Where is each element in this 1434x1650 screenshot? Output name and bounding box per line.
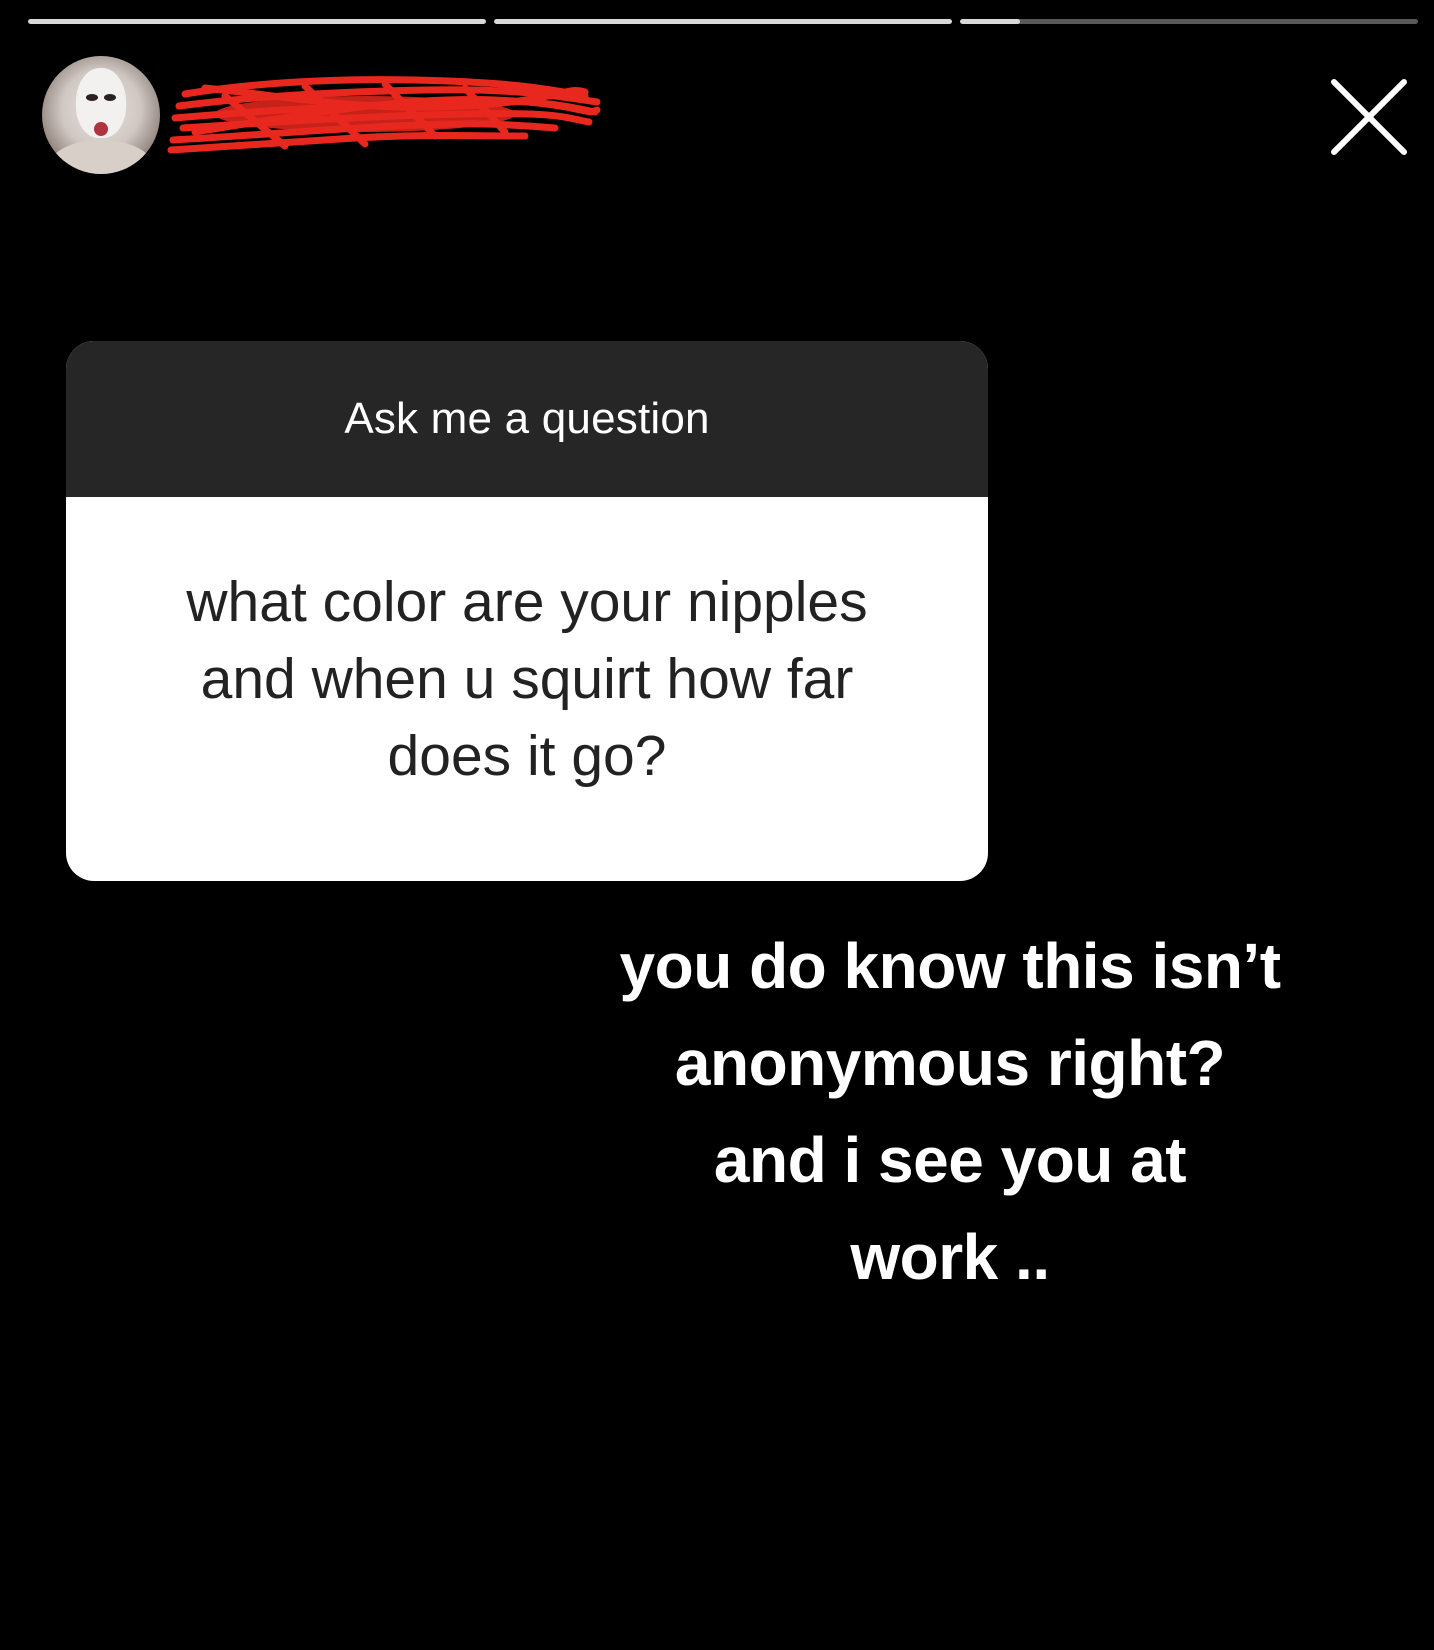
progress-fill <box>494 19 952 24</box>
question-text: what color are your nipples and when u s… <box>186 569 868 788</box>
progress-segment-3 <box>960 19 1418 24</box>
progress-segment-2 <box>494 19 952 24</box>
username-redaction-scribble <box>167 76 601 154</box>
progress-fill <box>960 19 1020 24</box>
reply-text: you do know this isn’t anonymous right? … <box>619 930 1282 1293</box>
avatar-eye <box>86 94 98 101</box>
story-progress-bar <box>28 19 1418 25</box>
avatar-shoulders <box>50 140 152 174</box>
avatar[interactable] <box>42 56 160 174</box>
avatar-eye <box>104 94 116 101</box>
progress-fill <box>28 19 486 24</box>
progress-segment-1 <box>28 19 486 24</box>
question-sticker-body: what color are your nipples and when u s… <box>66 497 988 881</box>
close-icon[interactable] <box>1330 78 1408 156</box>
question-sticker[interactable]: Ask me a question what color are your ni… <box>66 341 988 881</box>
avatar-mouth <box>94 122 108 136</box>
question-sticker-header: Ask me a question <box>66 341 988 497</box>
